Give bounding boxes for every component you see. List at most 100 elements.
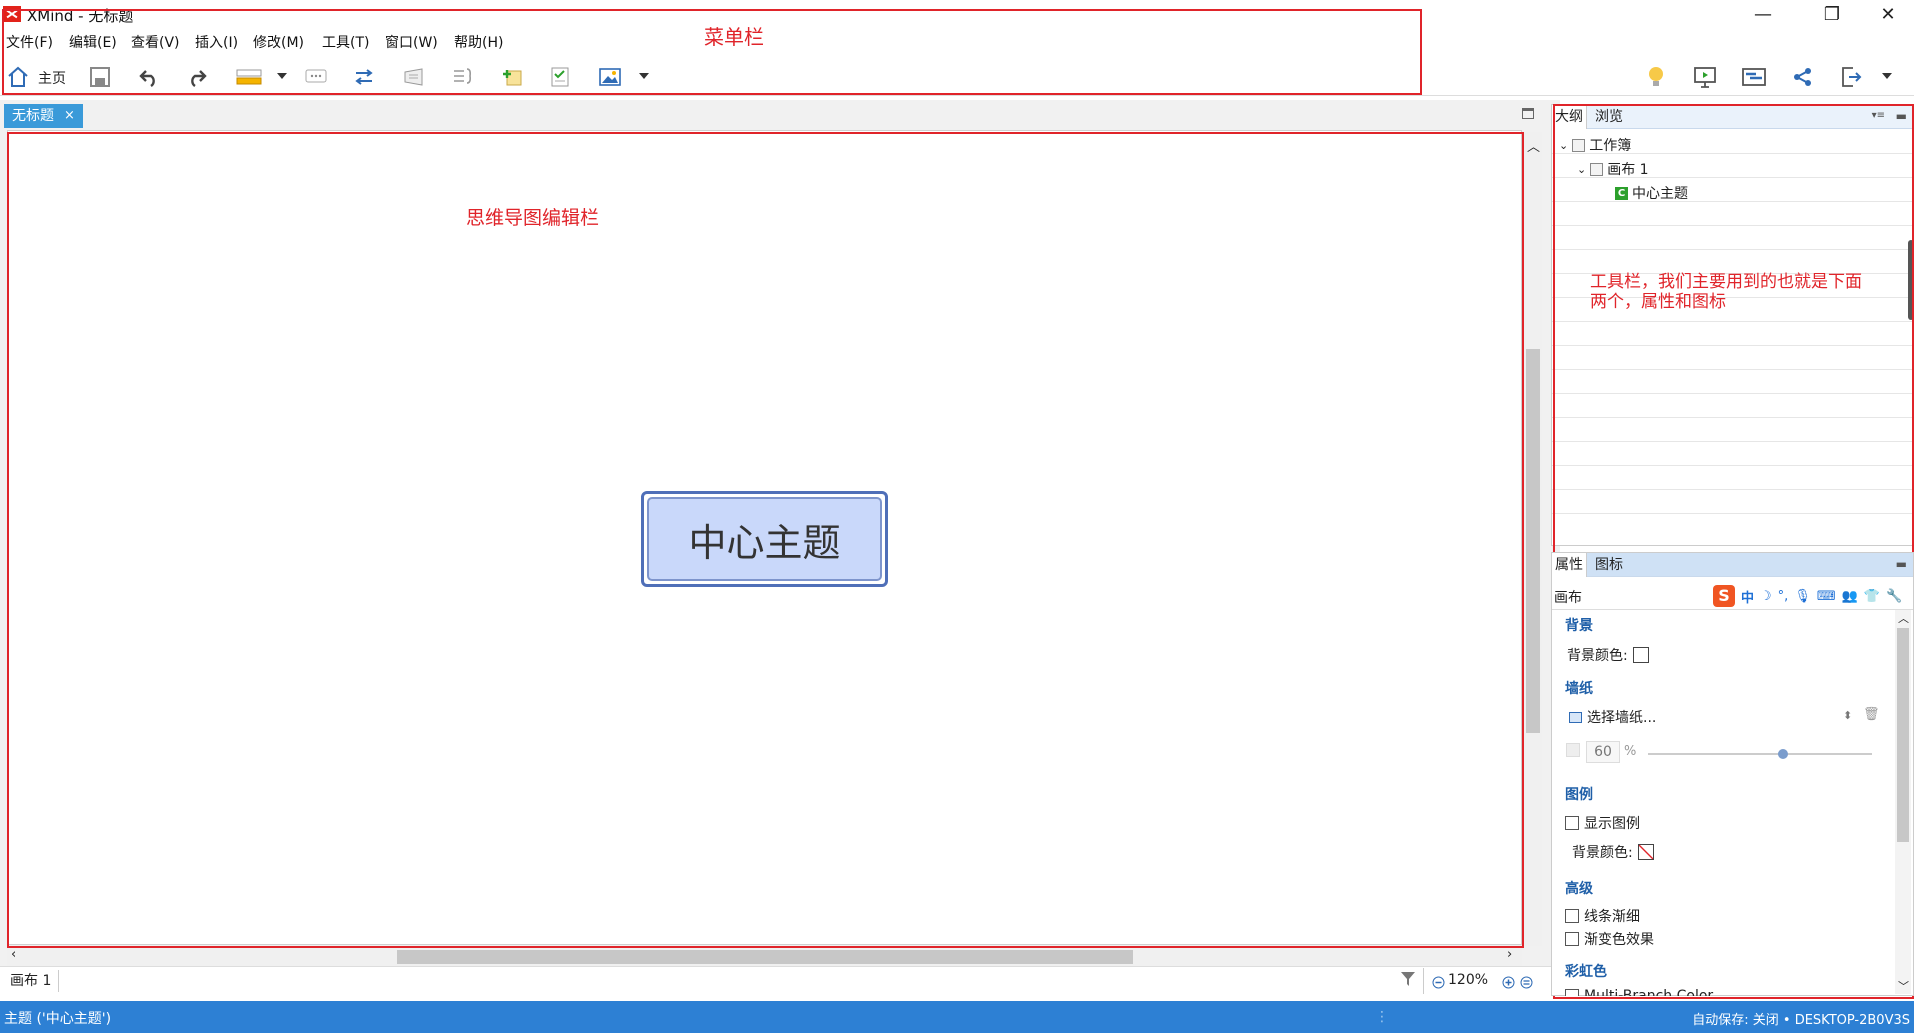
multi-branch-row-clip: Multi-Branch Color <box>1565 988 1895 996</box>
zoom-in-icon[interactable] <box>1502 974 1515 993</box>
close-window-button[interactable]: ✕ <box>1866 2 1910 28</box>
menu-help[interactable]: 帮助(H) <box>454 32 503 52</box>
redo-icon[interactable] <box>184 64 210 90</box>
tools-annotation-line1: 工具栏，我们主要用到的也就是下面 <box>1590 272 1862 292</box>
zoom-out-icon[interactable] <box>1432 974 1445 993</box>
canvas-bottom-bar <box>0 966 1560 996</box>
export-dropdown-icon[interactable] <box>1882 73 1892 79</box>
gradient-effect-label: 渐变色效果 <box>1584 932 1654 948</box>
moon-icon[interactable]: ☽ <box>1760 589 1772 604</box>
undo-icon[interactable] <box>136 64 162 90</box>
canvas-horizontal-scroll-thumb[interactable] <box>397 950 1133 964</box>
callout-icon[interactable] <box>303 64 329 90</box>
advanced-section-title: 高级 <box>1565 881 1593 897</box>
tree-item-central-topic[interactable]: C 中心主题 <box>1615 183 1688 203</box>
trash-icon[interactable]: 🗑 <box>1863 707 1880 722</box>
zoom-level[interactable]: 120% <box>1448 972 1488 988</box>
task-icon[interactable] <box>547 64 573 90</box>
menu-tools[interactable]: 工具(T) <box>322 32 369 52</box>
microphone-icon[interactable]: 🎙 <box>1794 589 1811 604</box>
opacity-slider-thumb[interactable] <box>1778 749 1788 759</box>
export-icon[interactable] <box>1838 64 1864 90</box>
scroll-right-icon[interactable]: › <box>1507 947 1512 962</box>
home-icon[interactable] <box>5 64 31 90</box>
tab-properties[interactable]: 属性 <box>1552 553 1587 577</box>
sort-arrows-icon[interactable]: ⬍ <box>1843 709 1852 722</box>
minimize-button[interactable]: — <box>1741 2 1785 28</box>
gradient-effect-row[interactable]: 渐变色效果 <box>1565 929 1654 949</box>
idea-icon[interactable] <box>1643 64 1669 90</box>
tab-browse[interactable]: 浏览 <box>1592 105 1626 129</box>
multi-branch-row[interactable]: Multi-Branch Color <box>1565 988 1713 996</box>
user-icon[interactable]: 👥 <box>1842 589 1858 604</box>
image-icon[interactable] <box>597 64 623 90</box>
note-icon[interactable] <box>499 64 525 90</box>
expand-chevron-icon[interactable]: ⌄ <box>1559 139 1568 152</box>
topic-icon[interactable] <box>234 64 264 90</box>
keyboard-icon[interactable]: ⌨ <box>1817 589 1836 604</box>
scroll-up-icon[interactable]: ︿ <box>1527 136 1540 155</box>
central-topic[interactable]: 中心主题 <box>641 491 888 587</box>
sogou-ime-icon[interactable]: S <box>1713 585 1735 607</box>
taper-lines-row[interactable]: 线条渐细 <box>1565 906 1640 926</box>
tab-icons[interactable]: 图标 <box>1592 553 1626 577</box>
presentation-icon[interactable] <box>1692 64 1718 90</box>
view-menu-icon[interactable]: ▾≡ <box>1872 110 1885 121</box>
legend-bg-color-swatch[interactable] <box>1637 844 1654 860</box>
scroll-up-icon[interactable]: ︿ <box>1898 610 1909 626</box>
punctuation-icon[interactable]: °, <box>1778 589 1789 604</box>
skin-icon[interactable]: 👕 <box>1864 589 1880 604</box>
scroll-left-icon[interactable]: ‹ <box>11 947 16 962</box>
background-color-swatch[interactable] <box>1632 647 1649 663</box>
status-bar: 主题 ('中心主题') ⋮ 自动保存: 关闭 • DESKTOP-2B0V3S <box>0 1001 1914 1033</box>
restore-button[interactable]: ❐ <box>1810 2 1854 28</box>
select-wallpaper-button[interactable]: 选择墙纸... <box>1569 707 1656 727</box>
summary-icon[interactable] <box>450 64 476 90</box>
properties-scroll-thumb[interactable] <box>1897 628 1909 842</box>
home-button-label[interactable]: 主页 <box>38 68 66 88</box>
opacity-checkbox[interactable] <box>1566 743 1580 757</box>
scroll-down-icon[interactable]: ﹀ <box>1898 978 1909 994</box>
xmind-logo-icon <box>3 6 21 22</box>
relationship-icon[interactable] <box>351 64 377 90</box>
panel-sash[interactable] <box>1908 240 1914 320</box>
filter-icon[interactable] <box>1400 970 1416 992</box>
image-dropdown-icon[interactable] <box>639 73 649 79</box>
menu-modify[interactable]: 修改(M) <box>253 32 304 52</box>
opacity-slider-track[interactable] <box>1648 753 1872 755</box>
editor-tab[interactable]: 无标题 × <box>4 104 83 128</box>
menu-insert[interactable]: 插入(I) <box>195 32 238 52</box>
maximize-editor-icon[interactable] <box>1522 108 1534 119</box>
zoom-fit-icon[interactable] <box>1520 974 1533 993</box>
taper-lines-checkbox[interactable] <box>1565 909 1579 923</box>
boundary-icon[interactable] <box>401 64 427 90</box>
gantt-icon[interactable] <box>1741 64 1767 90</box>
gradient-effect-checkbox[interactable] <box>1565 932 1579 946</box>
show-legend-row[interactable]: 显示图例 <box>1565 813 1640 833</box>
save-icon[interactable] <box>87 64 113 90</box>
sheet-tab[interactable]: 画布 1 <box>6 970 58 992</box>
menu-window[interactable]: 窗口(W) <box>385 32 438 52</box>
show-legend-checkbox[interactable] <box>1565 816 1579 830</box>
tree-item-sheet[interactable]: ⌄ 画布 1 <box>1577 159 1649 179</box>
menu-file[interactable]: 文件(F) <box>6 32 53 52</box>
menu-view[interactable]: 查看(V) <box>131 32 180 52</box>
tab-outline[interactable]: 大纲 <box>1552 105 1587 129</box>
minimize-panel-icon[interactable]: ▬ <box>1896 557 1907 571</box>
multi-branch-checkbox[interactable] <box>1565 989 1579 996</box>
minimize-panel-icon[interactable]: ▬ <box>1896 109 1907 123</box>
expand-chevron-icon[interactable]: ⌄ <box>1577 163 1586 176</box>
background-color-row: 背景颜色: <box>1567 645 1649 665</box>
topic-dropdown-icon[interactable] <box>277 73 287 79</box>
taper-lines-label: 线条渐细 <box>1584 909 1640 925</box>
ime-mode-indicator[interactable]: 中 <box>1741 587 1754 606</box>
tree-item-workbook[interactable]: ⌄ 工作簿 <box>1559 135 1631 155</box>
tools-annotation-line2: 两个，属性和图标 <box>1590 292 1726 312</box>
opacity-input[interactable]: 60 <box>1586 741 1620 763</box>
share-icon[interactable] <box>1790 64 1816 90</box>
close-tab-icon[interactable]: × <box>64 104 75 128</box>
canvas-vertical-scroll-thumb[interactable] <box>1526 349 1540 733</box>
ime-toolbar: S 中 ☽ °, 🎙 ⌨ 👥 👕 🔧 <box>1711 584 1913 608</box>
wrench-icon[interactable]: 🔧 <box>1886 589 1902 604</box>
menu-edit[interactable]: 编辑(E) <box>69 32 117 52</box>
